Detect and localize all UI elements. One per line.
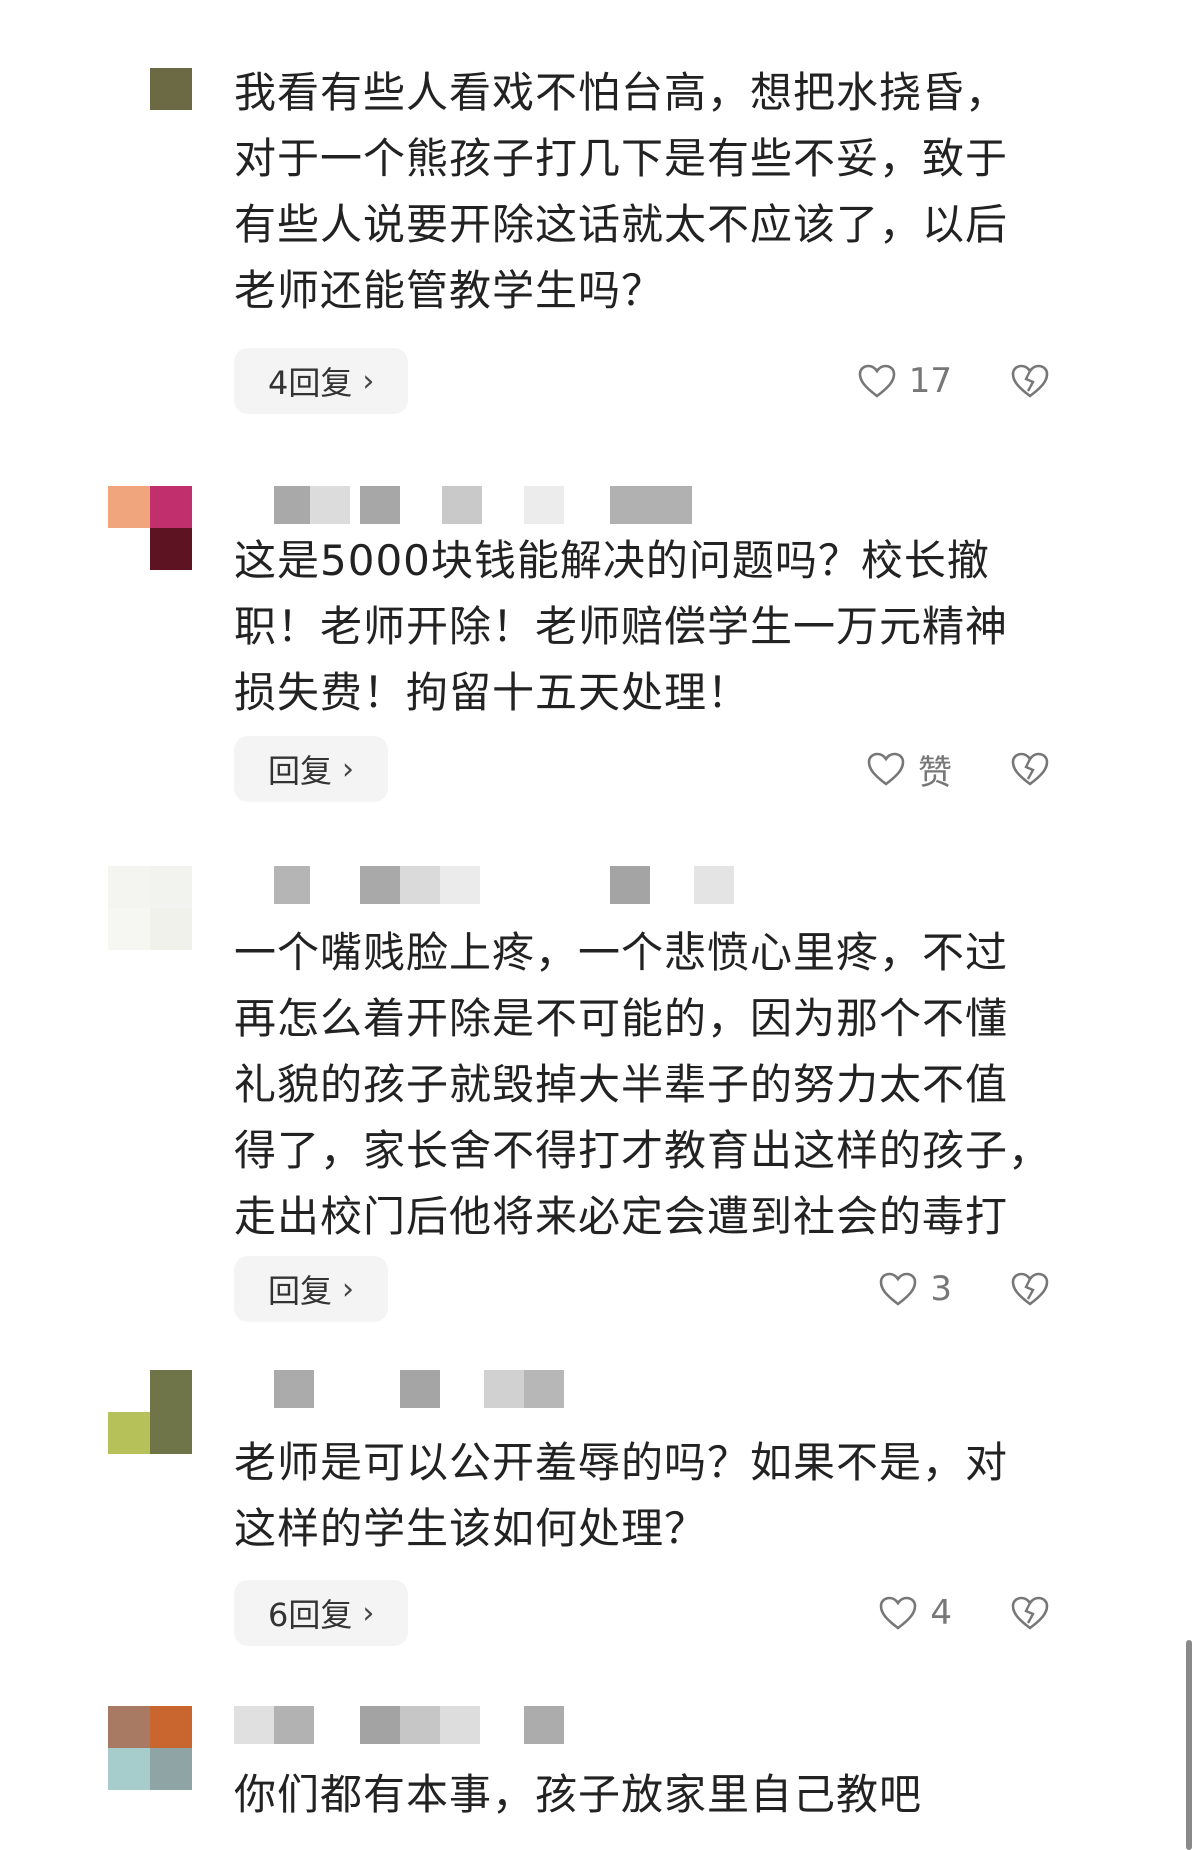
blur-block (400, 1370, 440, 1408)
like-count: 4 (930, 1593, 952, 1633)
avatar[interactable] (108, 866, 192, 950)
reply-button[interactable]: 4回复 › (234, 348, 409, 414)
blur-block (400, 866, 440, 904)
like-button[interactable]: 赞 (866, 736, 952, 802)
comment-text: 这是5000块钱能解决的问题吗？校长撤 职！老师开除！老师赔偿学生一万元精神 损… (234, 536, 1009, 717)
dislike-button[interactable] (1010, 736, 1050, 802)
like-button[interactable]: 17 (857, 348, 952, 414)
like-count: 3 (930, 1269, 952, 1309)
broken-heart-icon (1010, 1271, 1050, 1307)
blur-block (234, 1706, 274, 1744)
reply-button[interactable]: 回复 › (234, 736, 389, 802)
blur-block (274, 1706, 314, 1744)
comment-text: 老师是可以公开羞辱的吗？如果不是，对 这样的学生该如何处理？ (234, 1438, 1009, 1553)
chevron-right-icon: › (362, 363, 375, 399)
blur-block (524, 1370, 564, 1408)
dislike-button[interactable] (1010, 348, 1050, 414)
avatar-pixel (150, 68, 192, 110)
avatar-pixel (150, 908, 192, 950)
username-blurred (234, 866, 774, 906)
avatar-pixel (108, 908, 150, 950)
like-button[interactable]: 4 (878, 1580, 952, 1646)
comment-text: 你们都有本事，孩子放家里自己教吧 (234, 1770, 923, 1819)
like-count: 17 (908, 361, 952, 401)
avatar-pixel (150, 866, 192, 908)
blur-block (440, 1706, 480, 1744)
avatar-pixel (108, 866, 150, 908)
like-button[interactable]: 3 (878, 1256, 952, 1322)
reply-button[interactable]: 回复 › (234, 1256, 389, 1322)
avatar-pixel (150, 1748, 192, 1790)
username-blurred (234, 486, 774, 526)
avatar-pixel (108, 1706, 150, 1748)
username-blurred (234, 1370, 774, 1410)
chevron-right-icon: › (342, 1271, 355, 1307)
avatar[interactable] (108, 1370, 192, 1454)
avatar[interactable] (108, 1706, 192, 1790)
blur-block (484, 1370, 524, 1408)
blur-block (524, 1706, 564, 1744)
blur-block (442, 486, 482, 524)
heart-outline-icon (878, 1271, 918, 1307)
blur-block (360, 866, 400, 904)
blur-block (274, 866, 310, 904)
blur-block (440, 866, 480, 904)
dislike-button[interactable] (1010, 1256, 1050, 1322)
blur-block (694, 866, 734, 904)
blur-block (274, 486, 310, 524)
blur-block (360, 1706, 400, 1744)
dislike-button[interactable] (1010, 1580, 1050, 1646)
avatar-pixel (150, 1412, 192, 1454)
heart-outline-icon (878, 1595, 918, 1631)
avatar-pixel (150, 1706, 192, 1748)
avatar-pixel (150, 1370, 192, 1412)
reply-button[interactable]: 6回复 › (234, 1580, 409, 1646)
blur-block (274, 1370, 314, 1408)
blur-block (610, 866, 650, 904)
blur-block (524, 486, 564, 524)
comment-text: 我看有些人看戏不怕台高，想把水挠昏， 对于一个熊孩子打几下是有些不妥，致于 有些… (234, 68, 1009, 315)
avatar[interactable] (108, 68, 192, 152)
username-blurred (234, 1706, 774, 1746)
reply-label: 6回复 (268, 1596, 353, 1634)
like-count: 赞 (918, 752, 952, 793)
reply-label: 4回复 (268, 364, 353, 402)
blur-block (360, 486, 400, 524)
reply-label: 回复 (268, 1272, 333, 1310)
avatar[interactable] (108, 486, 192, 570)
avatar-pixel (108, 68, 150, 110)
heart-outline-icon (866, 751, 906, 787)
avatar-pixel (150, 486, 192, 528)
blur-block (400, 1706, 440, 1744)
broken-heart-icon (1010, 363, 1050, 399)
avatar-pixel (150, 528, 192, 570)
broken-heart-icon (1010, 1595, 1050, 1631)
avatar-pixel (108, 1412, 150, 1454)
blur-block (310, 486, 350, 524)
avatar-pixel (108, 486, 150, 528)
heart-outline-icon (857, 363, 897, 399)
blur-block (610, 486, 692, 524)
scrollbar[interactable] (1186, 1640, 1192, 1850)
comment-text: 一个嘴贱脸上疼，一个悲愤心里疼，不过 再怎么着开除是不可能的，因为那个不懂 礼貌… (234, 928, 1052, 1241)
avatar-pixel (108, 1748, 150, 1790)
chevron-right-icon: › (362, 1595, 375, 1631)
reply-label: 回复 (268, 752, 333, 790)
chevron-right-icon: › (342, 751, 355, 787)
broken-heart-icon (1010, 751, 1050, 787)
